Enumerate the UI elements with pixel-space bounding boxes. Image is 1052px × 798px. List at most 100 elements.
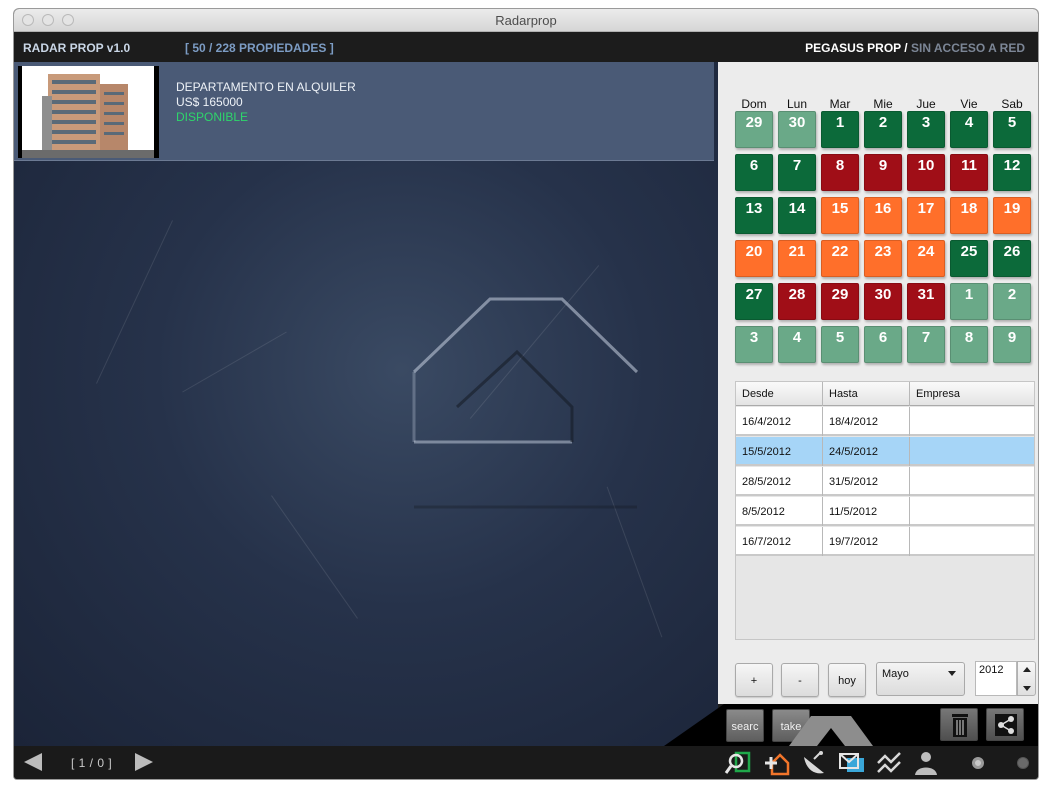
next-arrow-icon[interactable] [135,753,153,771]
calendar-day[interactable]: 24 [907,240,945,277]
column-header-desde[interactable]: Desde [736,382,823,406]
calendar-day[interactable]: 12 [993,154,1031,191]
calendar-day[interactable]: 3 [735,326,773,363]
year-stepper[interactable] [1017,661,1036,696]
calendar-day[interactable]: 29 [735,111,773,148]
calendar-day[interactable]: 5 [993,111,1031,148]
action-bar-corner [664,704,724,746]
year-field[interactable]: 2012 [975,661,1017,696]
calendar-day[interactable]: 19 [993,197,1031,234]
building-photo [22,66,154,158]
mail-icon[interactable] [838,749,866,777]
listing-card[interactable]: DEPARTAMENTO EN ALQUILER US$ 165000 DISP… [14,62,714,161]
weekday-label: Mar [829,97,851,111]
listing-price: US$ 165000 [176,95,243,109]
property-count: [ 50 / 228 PROPIEDADES ] [185,41,334,55]
calendar-day[interactable]: 26 [993,240,1031,277]
column-header-empresa[interactable]: Empresa [910,382,1034,406]
cell-desde: 28/5/2012 [736,467,823,496]
calendar-day[interactable]: 30 [864,283,902,320]
calendar-day[interactable]: 29 [821,283,859,320]
calendar-day[interactable]: 5 [821,326,859,363]
calendar-day[interactable]: 20 [735,240,773,277]
calendar-day[interactable]: 1 [821,111,859,148]
listing-type: DEPARTAMENTO EN ALQUILER [176,80,356,94]
calendar-day[interactable]: 11 [950,154,988,191]
stepper-down-icon[interactable] [1023,686,1031,691]
month-value: Mayo [882,668,909,680]
trash-button[interactable] [940,708,978,741]
agency-separator: / [900,41,911,55]
app-header: RADAR PROP v1.0 [ 50 / 228 PROPIEDADES ]… [14,32,1038,62]
remove-reservation-button[interactable]: - [781,663,819,697]
calendar-day[interactable]: 10 [907,154,945,191]
background-texture [96,220,173,384]
stats-icon[interactable] [876,749,904,777]
calendar-day[interactable]: 7 [907,326,945,363]
app-brand: RADAR PROP v1.0 [23,41,131,55]
calendar-day[interactable]: 7 [778,154,816,191]
weekday-label: Sab [1001,97,1023,111]
add-property-icon[interactable] [762,749,790,777]
calendar-day[interactable]: 15 [821,197,859,234]
calendar-day[interactable]: 28 [778,283,816,320]
calendar-day[interactable]: 3 [907,111,945,148]
calendar-day[interactable]: 14 [778,197,816,234]
trash-icon [952,714,968,737]
column-header-hasta[interactable]: Hasta [823,382,910,406]
add-reservation-button[interactable]: + [735,663,773,697]
calendar-day[interactable]: 4 [950,111,988,148]
window-title: Radarprop [495,13,557,28]
calendar-day[interactable]: 27 [735,283,773,320]
calendar-day[interactable]: 6 [735,154,773,191]
calendar-day[interactable]: 16 [864,197,902,234]
cell-desde: 16/7/2012 [736,527,823,556]
action-bar: searc take [664,704,1038,746]
calendar-day[interactable]: 21 [778,240,816,277]
calendar-day[interactable]: 23 [864,240,902,277]
stepper-up-icon[interactable] [1023,667,1031,672]
weekday-label: Jue [916,97,936,111]
user-icon[interactable] [912,749,940,777]
background-texture [271,495,358,619]
calendar-day[interactable]: 25 [950,240,988,277]
calendar-day[interactable]: 9 [864,154,902,191]
share-button[interactable] [986,708,1024,741]
search-button[interactable]: searc [726,709,764,742]
calendar-day[interactable]: 13 [735,197,773,234]
previous-arrow-icon[interactable] [24,753,42,771]
calendar-day[interactable]: 4 [778,326,816,363]
table-row[interactable]: 15/5/2012 24/5/2012 [736,437,1034,466]
month-select[interactable]: Mayo [876,662,965,696]
satellite-icon[interactable] [800,749,828,777]
page-indicator: [ 1 / 0 ] [71,756,113,770]
calendar-day[interactable]: 2 [993,283,1031,320]
calendar-day[interactable]: 1 [950,283,988,320]
table-row[interactable]: 28/5/2012 31/5/2012 [736,467,1034,496]
calendar-day[interactable]: 2 [864,111,902,148]
cell-hasta: 19/7/2012 [823,527,910,556]
today-button[interactable]: hoy [828,663,866,697]
calendar-day[interactable]: 31 [907,283,945,320]
table-row[interactable]: 16/4/2012 18/4/2012 [736,407,1034,436]
chevron-down-icon [948,671,956,676]
calendar-day[interactable]: 6 [864,326,902,363]
calendar-day[interactable]: 8 [821,154,859,191]
property-thumbnail[interactable] [18,66,159,158]
table-header: Desde Hasta Empresa [736,382,1034,406]
search-icon[interactable] [724,749,752,777]
table-row[interactable]: 8/5/2012 11/5/2012 [736,497,1034,526]
calendar-day[interactable]: 8 [950,326,988,363]
calendar-day[interactable]: 18 [950,197,988,234]
title-bar: Radarprop [14,9,1038,32]
calendar-day[interactable]: 9 [993,326,1031,363]
cell-empresa [910,437,1034,466]
reservations-table: Desde Hasta Empresa 16/4/2012 18/4/2012 15… [735,381,1035,640]
cell-empresa [910,467,1034,496]
connection-indicator-icon [1017,757,1029,769]
table-row[interactable]: 16/7/2012 19/7/2012 [736,527,1034,556]
calendar-day[interactable]: 22 [821,240,859,277]
calendar-day[interactable]: 30 [778,111,816,148]
cell-empresa [910,497,1034,526]
calendar-day[interactable]: 17 [907,197,945,234]
